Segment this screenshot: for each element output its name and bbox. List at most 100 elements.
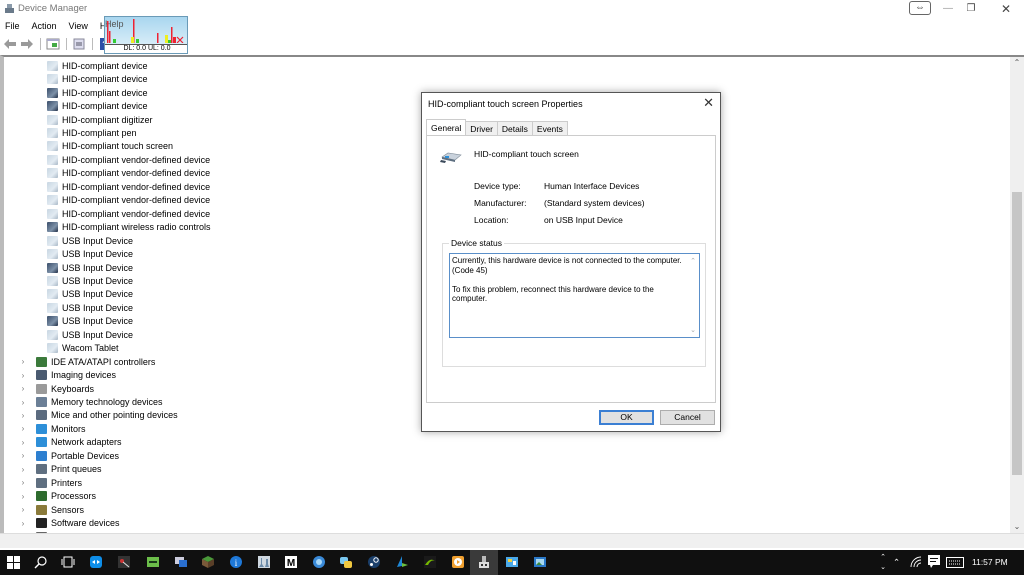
scroll-down-icon[interactable]: ⌄ — [1010, 521, 1024, 533]
taskbar-clock[interactable]: 11:57 PM — [972, 550, 1008, 575]
expand-chevron-icon[interactable]: › — [18, 411, 28, 420]
device-list-item[interactable]: USB Input Device — [47, 301, 133, 315]
keyboard-icon[interactable] — [946, 557, 964, 568]
device-list-item[interactable]: HID-compliant wireless radio controls — [47, 220, 211, 234]
category-item[interactable]: › Memory technology devices — [18, 395, 163, 409]
nvidia-icon[interactable] — [423, 555, 437, 569]
menu-action[interactable]: Action — [32, 21, 57, 31]
device-list-item[interactable]: HID-compliant vendor-defined device — [47, 194, 210, 208]
device-label: HID-compliant wireless radio controls — [62, 222, 211, 233]
typora-icon[interactable]: M — [284, 555, 298, 569]
minecraft-icon[interactable] — [201, 555, 215, 569]
category-item[interactable]: › Keyboards — [18, 382, 94, 396]
show-hide-console-tree-icon[interactable] — [46, 38, 60, 50]
photos-icon[interactable] — [533, 555, 547, 569]
category-item[interactable]: › Imaging devices — [18, 368, 116, 382]
device-list-item[interactable]: HID-compliant vendor-defined device — [47, 180, 210, 194]
device-list-item[interactable]: USB Input Device — [47, 288, 133, 302]
lab-app-icon[interactable] — [257, 555, 271, 569]
terminal-icon[interactable] — [146, 555, 160, 569]
device-list-item[interactable]: HID-compliant device — [47, 59, 148, 73]
tab-general[interactable]: General — [426, 119, 467, 135]
browser-icon[interactable] — [312, 555, 326, 569]
device-list-item[interactable]: USB Input Device — [47, 234, 133, 248]
device-list-item[interactable]: HID-compliant vendor-defined device — [47, 167, 210, 181]
category-item[interactable]: › Portable Devices — [18, 449, 119, 463]
cancel-button[interactable]: Cancel — [660, 410, 715, 425]
category-item[interactable]: › IDE ATA/ATAPI controllers — [18, 355, 155, 369]
category-item[interactable]: › Print queues — [18, 463, 102, 477]
back-icon[interactable] — [3, 38, 17, 50]
device-list-item[interactable]: HID-compliant digitizer — [47, 113, 153, 127]
device-list-item[interactable]: HID-compliant vendor-defined device — [47, 207, 210, 221]
scroll-tray-icon[interactable]: ⌃ ⌄ — [878, 550, 888, 575]
remote-desktop-icon[interactable] — [174, 555, 188, 569]
device-list-item[interactable]: HID-compliant device — [47, 72, 148, 86]
device-list-item[interactable]: HID-compliant touch screen — [47, 140, 173, 154]
ok-button[interactable]: OK — [599, 410, 654, 425]
tree-scrollbar[interactable]: ⌃ ⌄ — [1010, 57, 1024, 533]
scroll-up-icon[interactable]: ⌃ — [1010, 57, 1024, 69]
device-list-item[interactable]: USB Input Device — [47, 261, 133, 275]
device-list-item[interactable]: Wacom Tablet — [47, 341, 119, 355]
expand-chevron-icon[interactable]: › — [18, 424, 28, 433]
expand-chevron-icon[interactable]: › — [18, 398, 28, 407]
category-item[interactable]: › Printers — [18, 476, 82, 490]
device-list-item[interactable]: HID-compliant pen — [47, 126, 137, 140]
menu-file[interactable]: File — [5, 21, 20, 31]
device-list-item[interactable]: HID-compliant device — [47, 86, 148, 100]
expand-chevron-icon[interactable]: › — [18, 384, 28, 393]
expand-chevron-icon[interactable]: › — [18, 505, 28, 514]
app-icon[interactable] — [395, 555, 409, 569]
media-player-icon[interactable] — [451, 555, 465, 569]
info-app-icon[interactable]: i — [229, 555, 243, 569]
chat-app-icon[interactable] — [339, 555, 353, 569]
snipping-tool-icon[interactable] — [117, 555, 131, 569]
category-item[interactable]: › Mice and other pointing devices — [18, 409, 178, 423]
device-status-textbox[interactable]: Currently, this hardware device is not c… — [449, 253, 700, 338]
device-list-item[interactable]: USB Input Device — [47, 328, 133, 342]
snap-button[interactable]: ⇔ — [909, 1, 931, 15]
expand-chevron-icon[interactable]: › — [18, 371, 28, 380]
expand-chevron-icon[interactable]: › — [18, 478, 28, 487]
action-center-icon[interactable] — [928, 555, 940, 568]
tab-driver[interactable]: Driver — [465, 121, 498, 136]
expand-chevron-icon[interactable]: › — [18, 438, 28, 447]
device-list-item[interactable]: HID-compliant vendor-defined device — [47, 153, 210, 167]
tab-events[interactable]: Events — [531, 121, 568, 136]
category-item[interactable]: › Monitors — [18, 422, 86, 436]
device-list-item[interactable]: USB Input Device — [47, 315, 133, 329]
steam-icon[interactable] — [367, 555, 381, 569]
maximize-button[interactable]: ❐ — [955, 0, 987, 18]
expand-chevron-icon[interactable]: › — [18, 465, 28, 474]
menu-view[interactable]: View — [69, 21, 88, 31]
forward-icon[interactable] — [20, 38, 34, 50]
network-meter-widget[interactable]: Help DL: 0.0 UL: 0.0 — [104, 16, 188, 54]
wifi-icon[interactable] — [910, 556, 922, 568]
close-button[interactable]: ✕ — [990, 0, 1022, 18]
show-hidden-icons-icon[interactable]: ⌃ — [893, 550, 900, 575]
scrollbar-thumb[interactable] — [1012, 192, 1022, 475]
start-icon[interactable] — [7, 556, 20, 569]
device-list-item[interactable]: HID-compliant device — [47, 99, 148, 113]
expand-chevron-icon[interactable]: › — [18, 519, 28, 528]
device-manager-icon[interactable] — [477, 555, 491, 569]
teamviewer-icon[interactable] — [89, 555, 103, 569]
dialog-close-icon[interactable]: ✕ — [703, 95, 714, 111]
control-panel-icon[interactable] — [505, 555, 519, 569]
category-item[interactable]: › Sensors — [18, 503, 84, 517]
category-item[interactable]: › Software devices — [18, 516, 120, 530]
properties-icon[interactable] — [72, 38, 86, 50]
tab-details[interactable]: Details — [496, 121, 533, 136]
task-view-icon[interactable] — [61, 555, 75, 569]
expand-chevron-icon[interactable]: › — [18, 451, 28, 460]
search-icon[interactable] — [34, 555, 48, 569]
device-list-item[interactable]: USB Input Device — [47, 247, 133, 261]
textbox-scroll-down-icon[interactable]: ⌄ — [690, 326, 696, 336]
category-item[interactable]: › Processors — [18, 489, 96, 503]
expand-chevron-icon[interactable]: › — [18, 492, 28, 501]
device-list-item[interactable]: USB Input Device — [47, 274, 133, 288]
expand-chevron-icon[interactable]: › — [18, 357, 28, 366]
category-item[interactable]: › Network adapters — [18, 436, 122, 450]
textbox-scroll-up-icon[interactable]: ⌃ — [690, 257, 696, 267]
